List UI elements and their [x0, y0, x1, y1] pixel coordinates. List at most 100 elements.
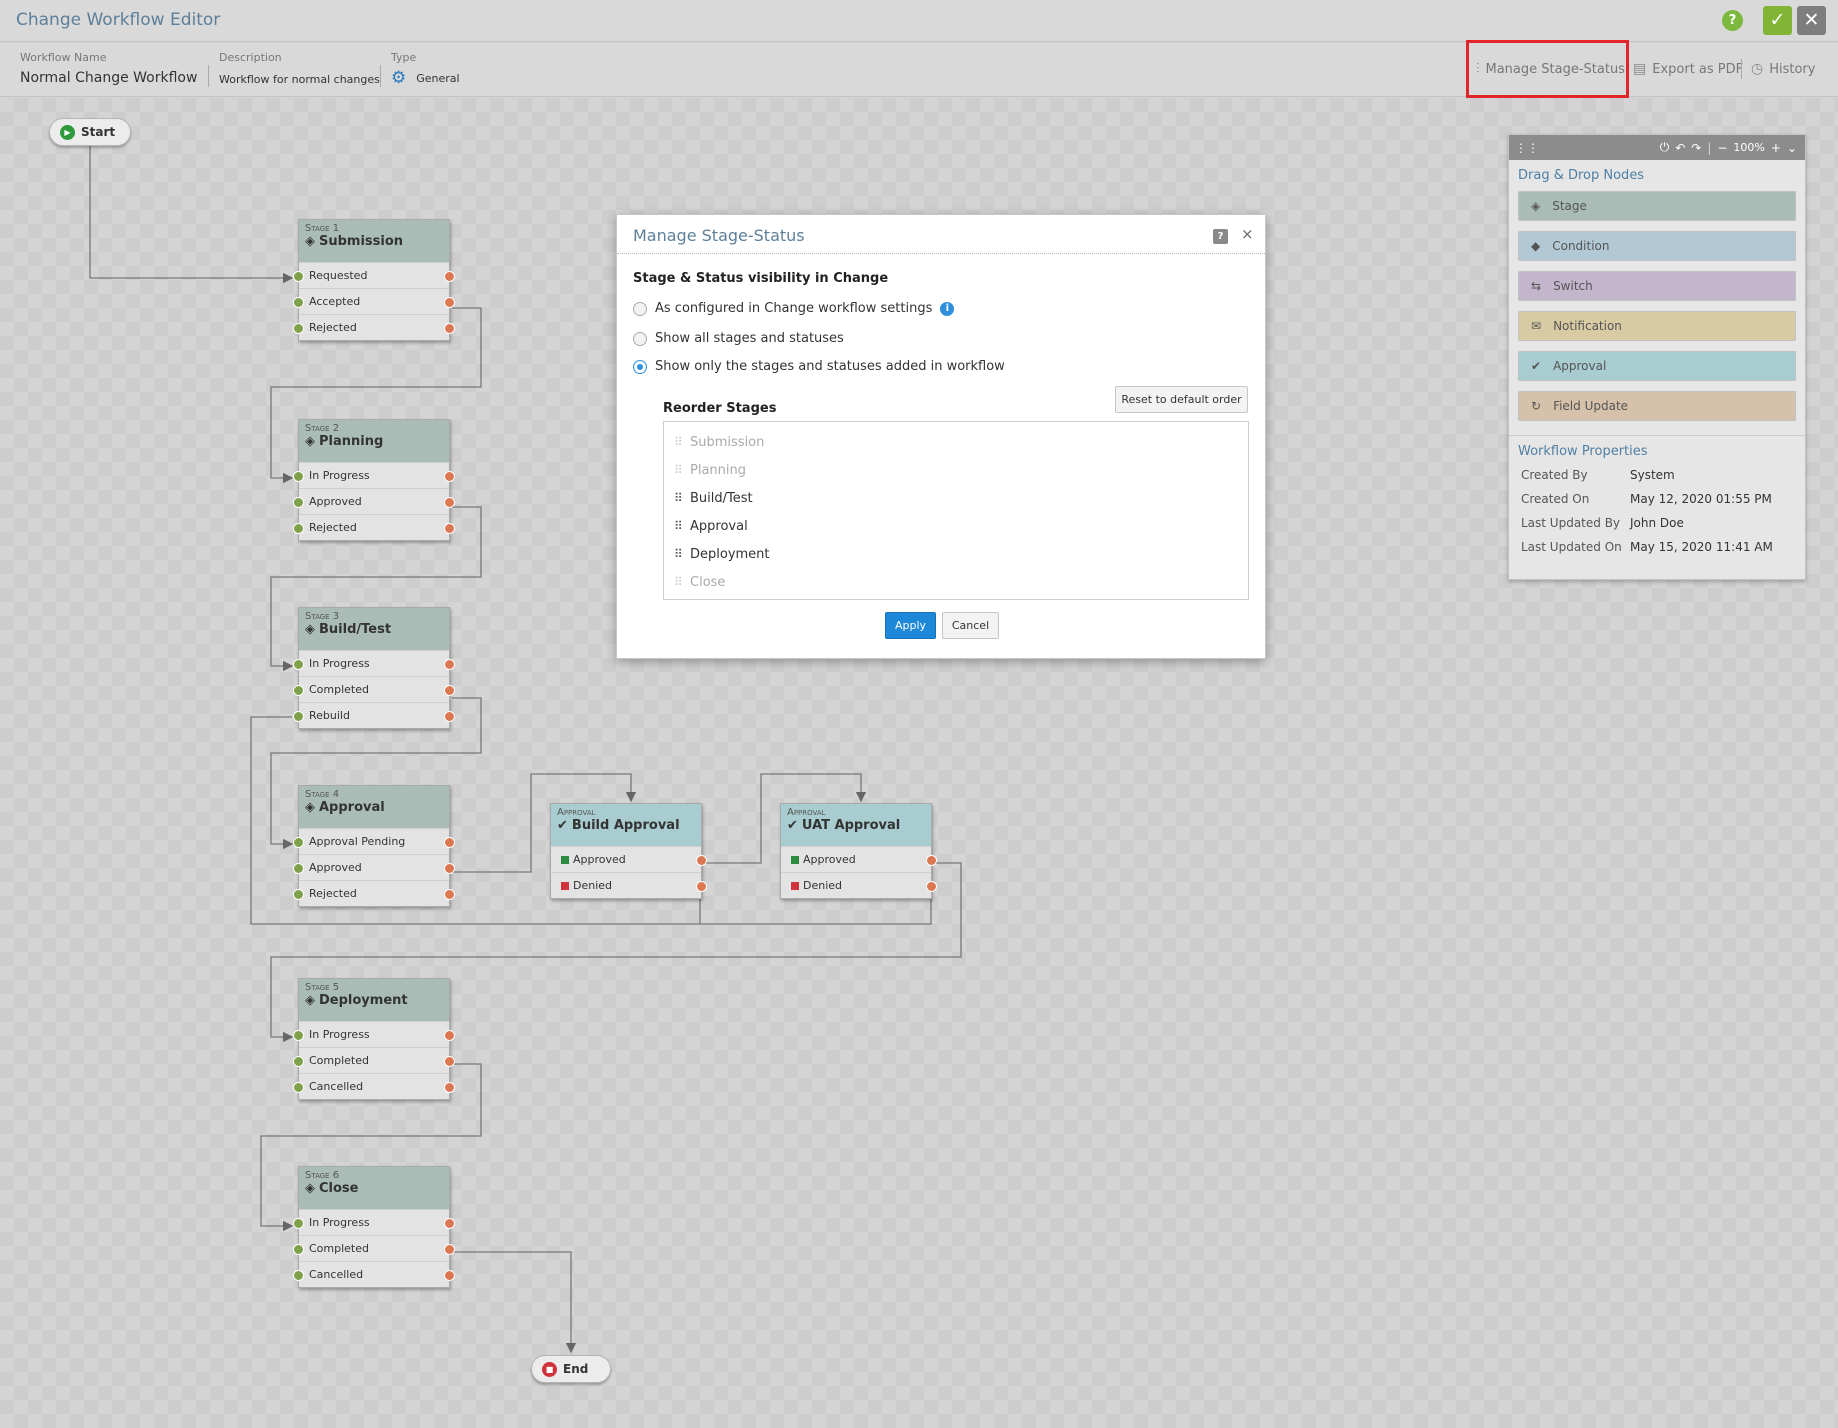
status-row[interactable]: Rejected	[293, 514, 455, 540]
power-icon[interactable]: ⏻	[1660, 140, 1670, 155]
output-port[interactable]	[444, 1082, 455, 1093]
output-port[interactable]	[444, 1244, 455, 1255]
help-icon[interactable]: ?	[1213, 229, 1228, 244]
end-node[interactable]: ■ End	[531, 1355, 611, 1383]
status-row[interactable]: Completed	[293, 676, 455, 702]
list-item[interactable]: ⠿ Approval	[664, 512, 1248, 540]
stage-node-submission[interactable]: Stage 1 ◈ Submission Requested Accepted R…	[293, 219, 455, 341]
stage-node-build-test[interactable]: Stage 3 ◈ Build/Test In Progress Complete…	[293, 607, 455, 729]
cancel-button[interactable]: Cancel	[942, 612, 999, 639]
close-icon[interactable]: ×	[1241, 225, 1254, 243]
palette-item-notification[interactable]: ✉ Notification	[1518, 311, 1796, 341]
status-row[interactable]: Rebuild	[293, 702, 455, 728]
stage-node-deployment[interactable]: Stage 5 ◈ Deployment In Progress Complete…	[293, 978, 455, 1100]
info-icon[interactable]: i	[940, 301, 955, 316]
approval-node-build[interactable]: Approval ✔ Build Approval Approved Denied	[550, 803, 707, 899]
stage-node-planning[interactable]: Stage 2 ◈ Planning In Progress Approved R…	[293, 419, 455, 541]
input-port[interactable]	[293, 323, 304, 334]
input-port[interactable]	[293, 1056, 304, 1067]
input-port[interactable]	[293, 863, 304, 874]
close-editor-button[interactable]: ✕	[1797, 6, 1826, 35]
input-port[interactable]	[293, 1244, 304, 1255]
input-port[interactable]	[293, 497, 304, 508]
status-row[interactable]: Accepted	[293, 288, 455, 314]
outcome-row[interactable]: Denied	[781, 872, 937, 898]
input-port[interactable]	[293, 685, 304, 696]
input-port[interactable]	[293, 1270, 304, 1281]
save-button[interactable]: ✓	[1763, 6, 1792, 35]
status-row[interactable]: Rejected	[293, 314, 455, 340]
output-port[interactable]	[444, 323, 455, 334]
radio-option-configured[interactable]: As configured in Change workflow setting…	[633, 301, 955, 316]
drag-handle-icon[interactable]: ⠿	[674, 491, 683, 505]
list-item[interactable]: ⠿ Deployment	[664, 540, 1248, 568]
radio-button[interactable]	[633, 359, 647, 374]
output-port[interactable]	[444, 711, 455, 722]
history-button[interactable]: ◷ History	[1751, 59, 1815, 79]
radio-button[interactable]	[633, 301, 647, 316]
input-port[interactable]	[293, 659, 304, 670]
output-port[interactable]	[444, 271, 455, 282]
status-row[interactable]: Rejected	[293, 880, 455, 906]
output-port[interactable]	[444, 497, 455, 508]
status-row[interactable]: In Progress	[293, 1209, 455, 1235]
undo-icon[interactable]: ↶	[1675, 141, 1685, 155]
output-port[interactable]	[444, 685, 455, 696]
zoom-out-icon[interactable]: −	[1717, 141, 1727, 155]
palette-item-approval[interactable]: ✔ Approval	[1518, 351, 1796, 381]
apply-button[interactable]: Apply	[885, 612, 936, 639]
output-port[interactable]	[444, 471, 455, 482]
zoom-in-icon[interactable]: +	[1771, 141, 1781, 155]
input-port[interactable]	[293, 297, 304, 308]
outcome-row[interactable]: Approved	[551, 846, 707, 872]
start-node[interactable]: ▶ Start	[49, 118, 131, 146]
output-port[interactable]	[696, 855, 707, 866]
status-row[interactable]: Approval Pending	[293, 828, 455, 854]
reset-default-order-button[interactable]: Reset to default order	[1115, 386, 1248, 413]
approval-node-uat[interactable]: Approval ✔ UAT Approval Approved Denied	[780, 803, 937, 899]
palette-item-stage[interactable]: ◈ Stage	[1518, 191, 1796, 221]
output-port[interactable]	[444, 659, 455, 670]
output-port[interactable]	[926, 881, 937, 892]
status-row[interactable]: Completed	[293, 1047, 455, 1073]
outcome-row[interactable]: Denied	[551, 872, 707, 898]
export-pdf-button[interactable]: ▤ Export as PDF	[1633, 59, 1743, 79]
input-port[interactable]	[293, 1030, 304, 1041]
output-port[interactable]	[444, 1030, 455, 1041]
input-port[interactable]	[293, 271, 304, 282]
status-row[interactable]: Approved	[293, 854, 455, 880]
chevron-down-icon[interactable]: ⌄	[1787, 141, 1797, 155]
radio-button[interactable]	[633, 331, 647, 346]
input-port[interactable]	[293, 711, 304, 722]
help-icon[interactable]: ?	[1722, 10, 1743, 31]
drag-handle-icon[interactable]: ⋮⋮	[1509, 141, 1539, 155]
status-row[interactable]: In Progress	[293, 650, 455, 676]
output-port[interactable]	[444, 523, 455, 534]
palette-item-condition[interactable]: ◆ Condition	[1518, 231, 1796, 261]
output-port[interactable]	[696, 881, 707, 892]
output-port[interactable]	[444, 837, 455, 848]
palette-item-field-update[interactable]: ↻ Field Update	[1518, 391, 1796, 421]
output-port[interactable]	[444, 1056, 455, 1067]
input-port[interactable]	[293, 889, 304, 900]
status-row[interactable]: In Progress	[293, 462, 455, 488]
radio-option-show-all[interactable]: Show all stages and statuses	[633, 331, 844, 346]
output-port[interactable]	[926, 855, 937, 866]
status-row[interactable]: Completed	[293, 1235, 455, 1261]
input-port[interactable]	[293, 1218, 304, 1229]
stage-node-approval[interactable]: Stage 4 ◈ Approval Approval Pending Appro…	[293, 785, 455, 907]
output-port[interactable]	[444, 1218, 455, 1229]
description-value[interactable]: Workflow for normal changes	[219, 73, 380, 86]
input-port[interactable]	[293, 837, 304, 848]
radio-option-show-only-added[interactable]: Show only the stages and statuses added …	[633, 359, 1005, 374]
output-port[interactable]	[444, 889, 455, 900]
status-row[interactable]: Approved	[293, 488, 455, 514]
drag-handle-icon[interactable]: ⠿	[674, 547, 683, 561]
input-port[interactable]	[293, 523, 304, 534]
stage-node-close[interactable]: Stage 6 ◈ Close In Progress Completed Can…	[293, 1166, 455, 1288]
list-item[interactable]: ⠿ Build/Test	[664, 484, 1248, 512]
input-port[interactable]	[293, 1082, 304, 1093]
status-row[interactable]: In Progress	[293, 1021, 455, 1047]
status-row[interactable]: Requested	[293, 262, 455, 288]
drag-handle-icon[interactable]: ⠿	[674, 519, 683, 533]
